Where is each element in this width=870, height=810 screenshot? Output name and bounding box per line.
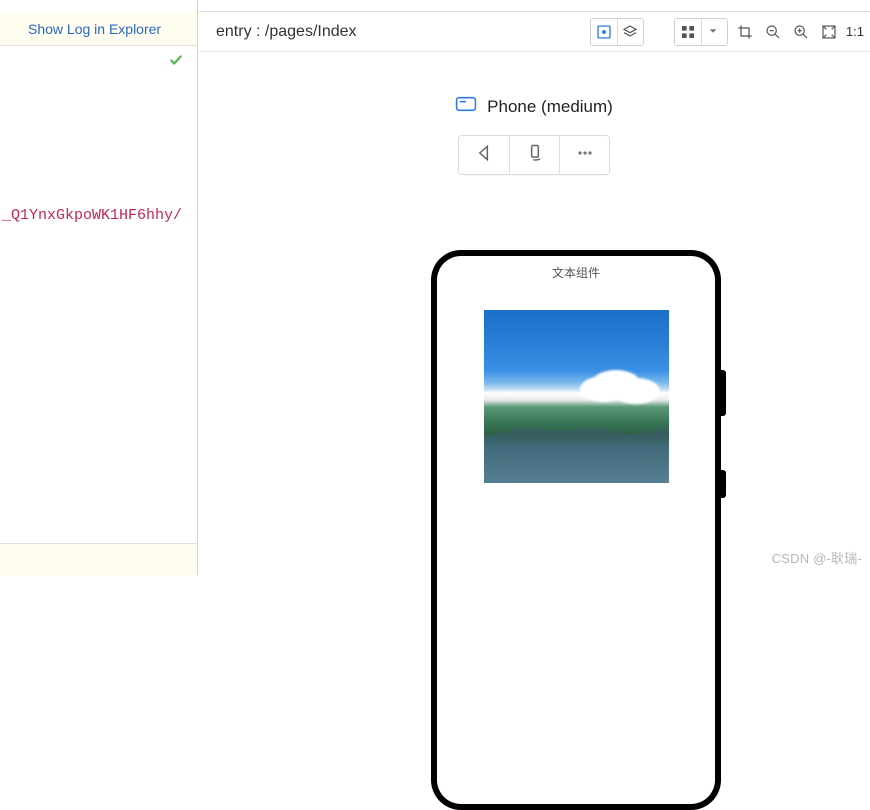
grid-button[interactable] <box>675 19 701 45</box>
back-icon <box>474 143 494 168</box>
device-badge-icon <box>455 96 477 117</box>
layers-icon <box>622 24 638 40</box>
crop-button[interactable] <box>734 18 756 46</box>
chevron-down-icon <box>706 24 722 40</box>
crop-icon <box>737 24 753 40</box>
more-icon <box>575 143 595 168</box>
device-header: Phone (medium) <box>198 52 870 117</box>
inspect-tool-group <box>590 18 644 46</box>
code-fragment-row: _Q1YnxGkpoWK1HF6hhy/ <box>0 200 197 230</box>
fit-button[interactable] <box>818 18 840 46</box>
show-log-link[interactable]: Show Log in Explorer <box>28 21 161 37</box>
grid-icon <box>680 24 696 40</box>
inspect-button[interactable] <box>591 19 617 45</box>
app-text-component-label: 文本组件 <box>552 264 600 281</box>
entry-bar: entry : /pages/Index <box>198 12 870 52</box>
phone-frame: 文本组件 <box>431 250 721 810</box>
grid-dropdown-group[interactable] <box>674 18 728 46</box>
preview-rotate-button[interactable] <box>509 136 559 174</box>
preview-back-button[interactable] <box>459 136 509 174</box>
device-label: Phone (medium) <box>487 97 613 117</box>
check-icon <box>169 53 183 72</box>
left-bottom-notification <box>0 543 197 575</box>
left-sidebar: Show Log in Explorer _Q1YnxGkpoWK1HF6hhy… <box>0 0 198 575</box>
phone-side-button-2 <box>721 470 726 498</box>
entry-path-label: entry : /pages/Index <box>216 23 357 41</box>
log-link-row: Show Log in Explorer <box>0 12 197 46</box>
log-status-row <box>0 46 197 78</box>
zoom-out-icon <box>765 24 781 40</box>
zoom-in-button[interactable] <box>790 18 812 46</box>
layers-button[interactable] <box>617 19 643 45</box>
app-image-component <box>484 310 669 483</box>
zoom-out-button[interactable] <box>762 18 784 46</box>
zoom-in-icon <box>793 24 809 40</box>
inspect-icon <box>596 24 612 40</box>
rotate-device-icon <box>525 143 545 168</box>
zoom-ratio-label[interactable]: 1:1 <box>846 24 864 39</box>
phone-screen: 文本组件 <box>437 256 715 804</box>
fit-icon <box>821 24 837 40</box>
preview-canvas: Phone (medium) <box>198 52 870 575</box>
previewer-titlebar: Previewer <box>198 0 870 12</box>
device-frame-container: 文本组件 <box>431 250 721 810</box>
phone-side-button-1 <box>721 370 726 416</box>
csdn-watermark: CSDN @-耿瑞- <box>772 548 862 567</box>
preview-more-button[interactable] <box>559 136 609 174</box>
preview-toolbar <box>458 135 610 175</box>
code-fragment: _Q1YnxGkpoWK1HF6hhy/ <box>2 207 182 224</box>
grid-dropdown-arrow[interactable] <box>701 19 727 45</box>
